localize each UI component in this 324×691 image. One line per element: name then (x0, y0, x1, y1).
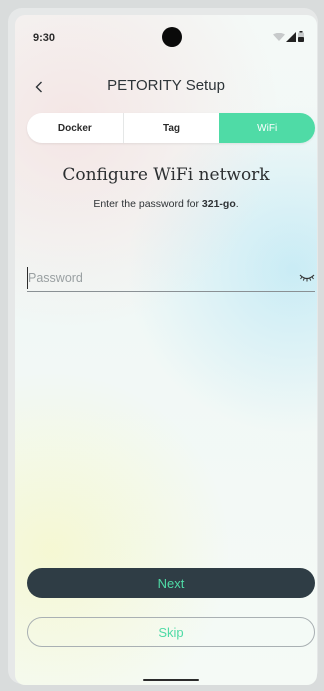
tab-wifi[interactable]: WiFi (219, 113, 315, 143)
status-icons (273, 31, 307, 43)
app-screen: 9:30 PETORITY Setup Docker Tag WiFi Conf… (15, 15, 317, 685)
password-input[interactable] (27, 267, 288, 289)
home-indicator[interactable] (143, 679, 199, 681)
camera-cutout (162, 27, 182, 47)
password-field (27, 267, 315, 292)
next-button[interactable]: Next (27, 568, 315, 598)
tab-tag-label: Tag (162, 122, 181, 134)
subtitle-suffix: . (235, 198, 239, 210)
status-bar: 9:30 (15, 15, 317, 59)
subtitle-prefix: Enter the password for (93, 198, 202, 210)
page-title: PETORITY Setup (107, 77, 225, 94)
tab-wifi-label: WiFi (257, 122, 278, 134)
network-name: 321-go (201, 198, 236, 210)
password-underline (27, 291, 315, 292)
tab-tag[interactable]: Tag (122, 113, 220, 143)
password-instructions: Enter the password for 321-go. (15, 198, 317, 210)
setup-steps-tabs: Docker Tag WiFi (27, 113, 315, 143)
signal-icon (286, 32, 296, 42)
wifi-icon (273, 33, 285, 41)
skip-button[interactable]: Skip (27, 617, 315, 647)
battery-icon (298, 31, 304, 42)
configure-wifi-title: Configure WiFi network (62, 165, 270, 185)
app-header: PETORITY Setup (15, 75, 317, 99)
tab-docker-label: Docker (57, 122, 92, 134)
status-time: 9:30 (33, 32, 56, 44)
eye-closed-icon[interactable] (299, 271, 315, 283)
tab-docker[interactable]: Docker (27, 113, 123, 143)
